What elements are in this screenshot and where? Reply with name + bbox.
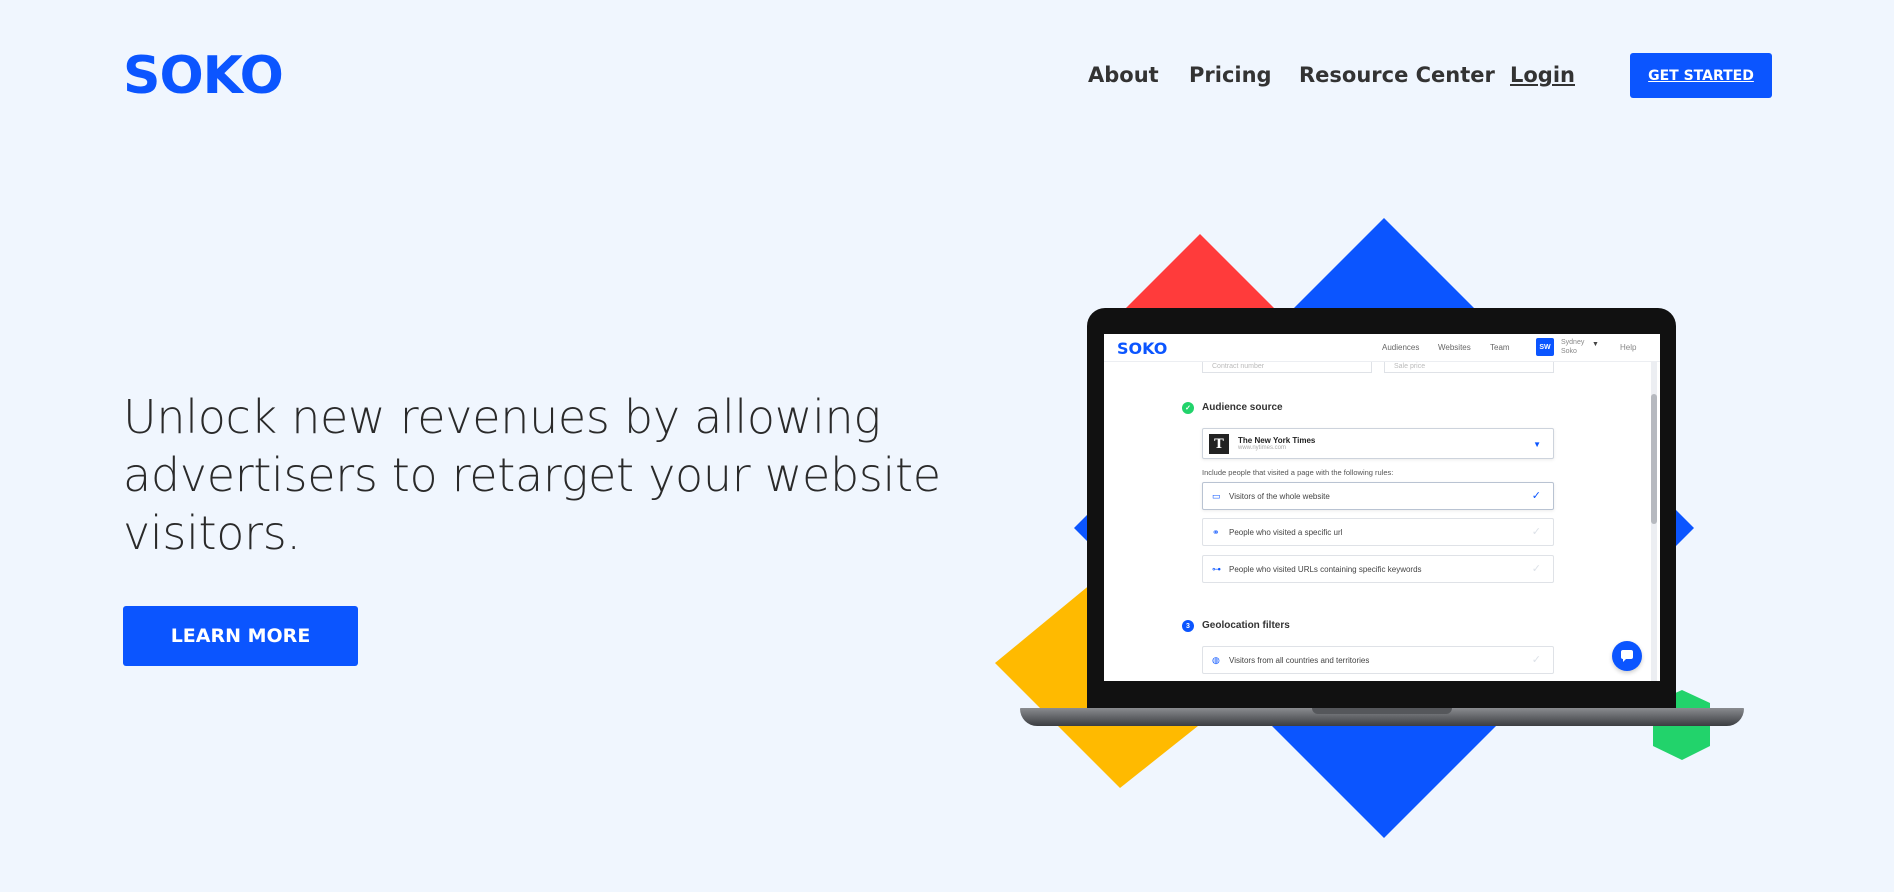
app-topbar: SOKO Audiences Websites Team SW Sydney S… (1104, 334, 1660, 362)
chat-bubble-icon (1612, 641, 1642, 671)
key-icon: ⊶ (1212, 564, 1221, 574)
check-icon: ✓ (1531, 654, 1541, 666)
website-name: The New York Times (1238, 436, 1316, 445)
option-label: Visitors of the whole website (1229, 492, 1330, 501)
option-keywords: ⊶ People who visited URLs containing spe… (1202, 555, 1554, 583)
app-screenshot: SOKO Audiences Websites Team SW Sydney S… (1104, 334, 1660, 681)
option-whole-website: ▭ Visitors of the whole website ✓ (1202, 482, 1554, 510)
option-specific-url: ⚭ People who visited a specific url ✓ (1202, 518, 1554, 546)
step-complete-icon: ✓ (1182, 402, 1194, 414)
option-all-countries: ◍ Visitors from all countries and territ… (1202, 646, 1554, 674)
check-icon: ✓ (1531, 490, 1541, 502)
option-label: People who visited URLs containing speci… (1229, 565, 1422, 574)
sale-price-field: Sale price (1384, 362, 1554, 373)
rules-hint: Include people that visited a page with … (1202, 468, 1394, 477)
chevron-down-icon: ▼ (1533, 440, 1541, 449)
link-icon: ⚭ (1212, 527, 1220, 537)
check-icon: ✓ (1531, 563, 1541, 575)
contract-number-field: Contract number (1202, 362, 1372, 373)
option-label: People who visited a specific url (1229, 528, 1343, 537)
nyt-logo-icon: T (1209, 434, 1229, 454)
app-user-name: Sydney Soko (1561, 339, 1585, 355)
website-url: www.nytimes.com (1238, 445, 1287, 451)
audience-source-title: Audience source (1202, 402, 1283, 413)
step-number-badge: 3 (1182, 620, 1194, 632)
chevron-down-icon: ▼ (1592, 341, 1599, 348)
app-scrollbar-thumb (1651, 394, 1657, 524)
check-icon: ✓ (1531, 526, 1541, 538)
option-label: Visitors from all countries and territor… (1229, 656, 1370, 665)
app-help: Help (1620, 343, 1637, 352)
app-logo: SOKO (1117, 339, 1168, 358)
avatar: SW (1536, 338, 1554, 356)
laptop-notch (1312, 708, 1452, 714)
geolocation-title: Geolocation filters (1202, 620, 1290, 631)
app-nav-team: Team (1490, 343, 1510, 352)
browser-icon: ▭ (1212, 491, 1221, 501)
website-select: T The New York Times www.nytimes.com ▼ (1202, 428, 1554, 459)
app-nav-websites: Websites (1438, 343, 1471, 352)
app-nav-audiences: Audiences (1382, 343, 1420, 352)
globe-icon: ◍ (1212, 655, 1220, 665)
